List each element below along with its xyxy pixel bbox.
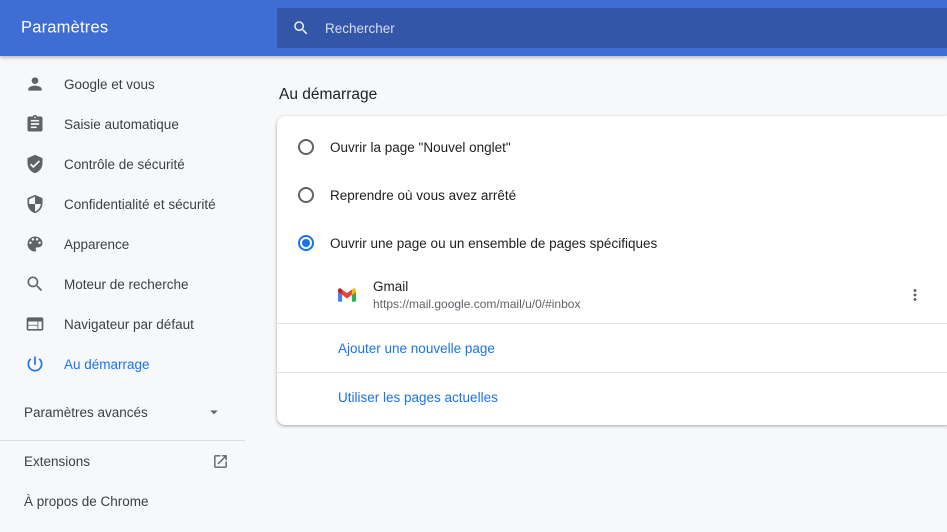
palette-icon [25, 234, 45, 254]
sidebar-item-label: Apparence [64, 237, 129, 252]
main-content: Au démarrage Ouvrir la page "Nouvel ongl… [277, 56, 947, 425]
search-field[interactable] [277, 8, 947, 48]
add-new-page-button[interactable]: Ajouter une nouvelle page [277, 324, 947, 373]
search-icon [292, 19, 310, 37]
startup-page-row-gmail: Gmail https://mail.google.com/mail/u/0/#… [277, 267, 947, 324]
sidebar-item-parametres-avances[interactable]: Paramètres avancés [0, 392, 245, 432]
page-title: Paramètres [21, 19, 108, 38]
advanced-label: Paramètres avancés [24, 405, 148, 420]
radio-option-new-tab[interactable]: Ouvrir la page "Nouvel onglet" [277, 123, 947, 171]
section-title: Au démarrage [277, 56, 947, 116]
startup-page-info: Gmail https://mail.google.com/mail/u/0/#… [373, 279, 580, 311]
sidebar-item-extensions[interactable]: Extensions [0, 441, 245, 481]
power-icon [25, 354, 45, 374]
extensions-label: Extensions [24, 454, 90, 469]
sidebar-item-google-et-vous[interactable]: Google et vous [0, 64, 245, 104]
search-input[interactable] [323, 20, 935, 37]
sidebar-item-apparence[interactable]: Apparence [0, 224, 245, 264]
chevron-down-icon [205, 403, 223, 421]
sidebar-item-label: Au démarrage [64, 357, 150, 372]
sidebar-item-confidentialite-et-securite[interactable]: Confidentialité et sécurité [0, 184, 245, 224]
shield-half-icon [25, 194, 45, 214]
startup-page-url: https://mail.google.com/mail/u/0/#inbox [373, 297, 580, 311]
sidebar-item-label: Contrôle de sécurité [64, 157, 185, 172]
use-current-pages-button[interactable]: Utiliser les pages actuelles [277, 373, 947, 421]
browser-window-icon [25, 314, 45, 334]
person-icon [25, 74, 45, 94]
sidebar-item-controle-de-securite[interactable]: Contrôle de sécurité [0, 144, 245, 184]
radio-icon[interactable] [298, 187, 314, 203]
sidebar-item-label: Saisie automatique [64, 117, 179, 132]
radio-label: Ouvrir la page "Nouvel onglet" [330, 140, 511, 155]
radio-option-specific-pages[interactable]: Ouvrir une page ou un ensemble de pages … [277, 219, 947, 267]
add-new-page-label: Ajouter une nouvelle page [338, 341, 495, 356]
about-label: À propos de Chrome [24, 494, 149, 509]
settings-header: Paramètres [0, 0, 947, 56]
shield-check-icon [25, 154, 45, 174]
sidebar-item-a-propos-de-chrome[interactable]: À propos de Chrome [0, 481, 245, 521]
search-icon [25, 274, 45, 294]
settings-sidebar: Google et vous Saisie automatique Contrô… [0, 56, 245, 532]
clipboard-icon [25, 114, 45, 134]
open-in-new-icon [212, 453, 229, 470]
gmail-icon [338, 286, 356, 304]
radio-icon-selected[interactable] [298, 235, 314, 251]
use-current-pages-label: Utiliser les pages actuelles [338, 390, 498, 405]
sidebar-item-label: Navigateur par défaut [64, 317, 194, 332]
more-vert-icon [906, 286, 924, 304]
startup-page-title: Gmail [373, 279, 580, 294]
radio-label: Ouvrir une page ou un ensemble de pages … [330, 236, 657, 251]
startup-card: Ouvrir la page "Nouvel onglet" Reprendre… [277, 116, 947, 425]
sidebar-item-label: Confidentialité et sécurité [64, 197, 216, 212]
sidebar-item-label: Moteur de recherche [64, 277, 189, 292]
sidebar-item-navigateur-par-defaut[interactable]: Navigateur par défaut [0, 304, 245, 344]
radio-label: Reprendre où vous avez arrêté [330, 188, 516, 203]
radio-icon[interactable] [298, 139, 314, 155]
sidebar-item-au-demarrage[interactable]: Au démarrage [0, 344, 245, 384]
sidebar-item-moteur-de-recherche[interactable]: Moteur de recherche [0, 264, 245, 304]
sidebar-item-label: Google et vous [64, 77, 155, 92]
sidebar-item-saisie-automatique[interactable]: Saisie automatique [0, 104, 245, 144]
radio-option-continue[interactable]: Reprendre où vous avez arrêté [277, 171, 947, 219]
more-options-button[interactable] [897, 277, 933, 313]
